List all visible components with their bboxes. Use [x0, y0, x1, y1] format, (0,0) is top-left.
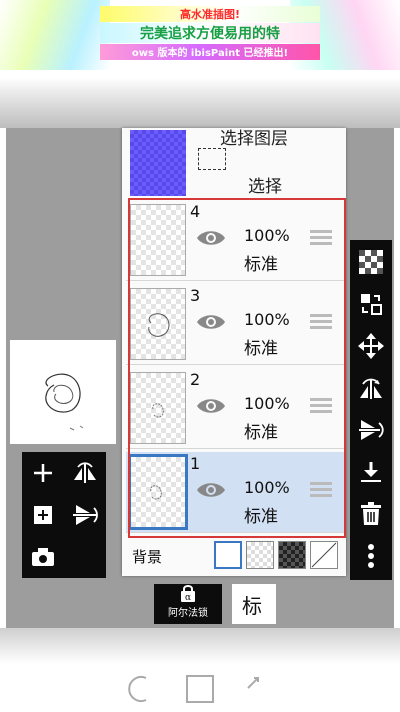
flip-horizontal-icon: [74, 462, 96, 483]
add-layer-icon: [34, 464, 52, 482]
alpha-symbol: α: [185, 593, 191, 603]
promo-banner: 高水准插图! 完美追求方便易用的特 ows 版本的 ibisPaint 已经推出…: [0, 0, 400, 128]
alpha-lock-button[interactable]: α 阿尔法锁: [154, 584, 222, 624]
banner-line-3: ows 版本的 ibisPaint 已经推出!: [100, 44, 320, 60]
move-icon: [358, 333, 384, 359]
background-none-option[interactable]: [310, 541, 338, 569]
merge-down-button[interactable]: [350, 452, 392, 492]
background-white-option[interactable]: [214, 541, 242, 569]
background-row: 背景: [122, 538, 346, 576]
banner-line-2: 完美追求方便易用的特: [100, 23, 320, 43]
canvas-sketch: [45, 373, 84, 431]
banner-line-1: 高水准插图!: [100, 6, 320, 22]
flip-vertical-button[interactable]: [64, 494, 106, 536]
recents-icon[interactable]: [244, 674, 274, 704]
more-icon: [368, 544, 374, 568]
canvas-preview[interactable]: [10, 340, 116, 444]
background-label: 背景: [132, 548, 163, 566]
rotate-flip-button[interactable]: [350, 368, 392, 408]
add-image-layer-icon: [34, 506, 52, 524]
transparency-icon: [359, 250, 383, 274]
system-navigation-bar: [0, 664, 400, 712]
banner-decoration-left: [0, 0, 110, 70]
rotate-flip-icon: [360, 378, 382, 399]
camera-icon: [32, 548, 54, 566]
background-transparent-option[interactable]: [246, 541, 274, 569]
merge-down-icon: [361, 462, 381, 482]
selection-marquee-icon: [198, 148, 226, 170]
alpha-lock-label: 阿尔法锁: [168, 608, 208, 619]
flip-rotate-icon: [359, 420, 384, 440]
selection-layer-title: 选择图层: [220, 129, 288, 149]
layer-adjust-button[interactable]: [350, 284, 392, 324]
layer-adjust-icon: [361, 294, 382, 315]
layers-highlight-frame: [128, 198, 346, 538]
home-icon[interactable]: [185, 674, 215, 704]
flip-horizontal-button[interactable]: [64, 452, 106, 494]
no-background-icon: [311, 542, 337, 568]
add-image-layer-button[interactable]: [22, 494, 64, 536]
trash-icon: [361, 502, 381, 525]
selection-layer-label: 选择: [248, 177, 282, 197]
add-layer-button[interactable]: [22, 452, 64, 494]
flip-rotate-button[interactable]: [350, 410, 392, 450]
background-dark-option[interactable]: [278, 541, 306, 569]
left-toolbar: [22, 452, 106, 578]
bottom-shadow: [0, 628, 400, 664]
transparency-button[interactable]: [350, 242, 392, 282]
lock-icon: α: [181, 585, 195, 603]
more-button[interactable]: [350, 536, 392, 576]
right-toolbar: [350, 240, 392, 580]
selection-layer-thumbnail[interactable]: [130, 130, 186, 196]
camera-button[interactable]: [22, 536, 64, 578]
flip-vertical-icon: [73, 505, 98, 525]
back-icon[interactable]: [126, 674, 156, 704]
blend-mode-selector[interactable]: 标: [232, 584, 276, 624]
move-button[interactable]: [350, 326, 392, 366]
delete-layer-button[interactable]: [350, 494, 392, 534]
